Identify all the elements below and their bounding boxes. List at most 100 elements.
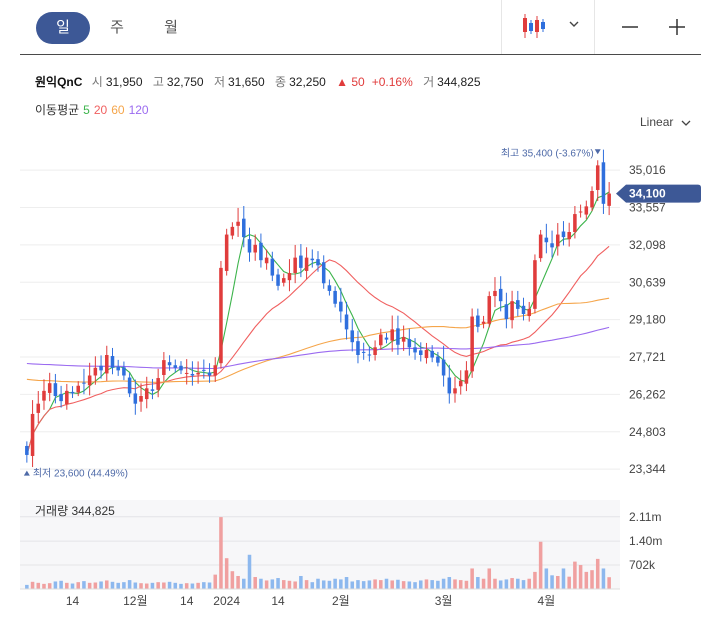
candle-body xyxy=(333,290,337,304)
candle-body xyxy=(167,362,172,366)
current-price-label: 34,100 xyxy=(629,187,666,201)
candle xyxy=(207,363,212,383)
volume-bar xyxy=(487,568,492,589)
y-tick-label: 24,803 xyxy=(629,425,666,439)
candle-body xyxy=(527,308,531,317)
candle-body xyxy=(430,350,434,358)
candle-body xyxy=(310,258,315,261)
volume-bar xyxy=(293,581,297,589)
volume-bar xyxy=(127,580,132,589)
candle-body xyxy=(99,365,103,371)
candle xyxy=(110,347,115,375)
candle-body xyxy=(224,234,229,271)
volume-bar xyxy=(25,584,29,589)
volume-bar xyxy=(202,582,206,589)
candle-body xyxy=(344,314,349,330)
candle-body xyxy=(133,393,138,404)
candle-body xyxy=(264,257,269,264)
candle xyxy=(42,379,46,410)
candle-body xyxy=(498,288,503,302)
volume-bar xyxy=(93,582,98,589)
volume-bar xyxy=(82,581,86,589)
volume-bar xyxy=(344,577,349,589)
candle xyxy=(321,255,326,289)
volume-bar xyxy=(350,581,355,589)
volume-bar xyxy=(53,581,58,589)
volume-tick-label: 702k xyxy=(629,558,656,572)
volume-bar xyxy=(470,568,474,589)
volume-bar xyxy=(247,554,252,589)
x-tick-label: 14 xyxy=(271,594,285,608)
candle-body xyxy=(253,244,257,253)
candle-body xyxy=(367,354,372,356)
candle-body xyxy=(281,278,286,283)
candle-body xyxy=(236,221,240,226)
candle-body xyxy=(424,349,429,359)
volume-bar xyxy=(150,582,155,589)
x-tick-label: 2024 xyxy=(213,594,240,608)
candle-body xyxy=(476,315,480,327)
candle xyxy=(516,290,520,317)
volume-bar xyxy=(144,583,149,589)
volume-bar xyxy=(36,582,41,589)
x-tick-label: 4월 xyxy=(537,594,555,608)
candle xyxy=(213,357,218,382)
volume-bar xyxy=(590,570,594,589)
candle-body xyxy=(413,347,417,353)
candle-body xyxy=(550,243,554,248)
volume-panel-title: 거래량 344,825 xyxy=(35,504,115,518)
candle-body xyxy=(179,365,183,371)
volume-bar xyxy=(87,582,92,589)
candle-body xyxy=(93,367,98,376)
volume-bar xyxy=(156,582,160,589)
candle-body xyxy=(401,337,406,342)
candle-body xyxy=(418,350,423,355)
volume-bar xyxy=(270,579,275,589)
volume-bar xyxy=(173,582,178,589)
candle xyxy=(567,222,571,247)
candle xyxy=(230,222,235,240)
volume-bar xyxy=(401,581,406,589)
candle xyxy=(173,359,178,373)
volume-bar xyxy=(476,577,480,589)
candle xyxy=(584,200,589,220)
candle-body xyxy=(287,273,292,281)
candle xyxy=(476,308,480,333)
volume-bar xyxy=(327,580,332,589)
candle xyxy=(184,359,189,385)
volume-tick-label: 2.11m xyxy=(629,510,661,524)
volume-bar xyxy=(242,578,246,589)
volume-bar xyxy=(356,580,360,589)
volume-bar xyxy=(595,558,600,589)
candle xyxy=(481,315,486,329)
volume-bar xyxy=(162,582,166,589)
candle-body xyxy=(470,316,474,372)
volume-bar xyxy=(213,574,218,589)
candle xyxy=(116,359,120,376)
volume-bar xyxy=(276,578,280,589)
volume-bar xyxy=(310,582,315,589)
candle xyxy=(544,223,549,254)
price-chart[interactable]: 35,016 33,557 32,098 30,639 29,180 27,721 26,2… xyxy=(0,0,715,624)
candle xyxy=(310,249,315,268)
volume-bar xyxy=(316,578,320,589)
candle xyxy=(276,268,280,291)
volume-bar xyxy=(367,580,372,589)
candle xyxy=(127,372,132,398)
candle xyxy=(133,379,138,415)
candle xyxy=(561,221,566,246)
volume-bar xyxy=(407,581,412,589)
volume-bar xyxy=(458,580,463,589)
x-tick-label: 14 xyxy=(66,594,80,608)
candle-body xyxy=(390,329,394,341)
candle-body xyxy=(190,373,195,376)
volume-bar xyxy=(464,580,469,589)
candle xyxy=(595,160,600,202)
candle-body xyxy=(53,383,58,396)
candle-body xyxy=(521,305,526,314)
candle-body xyxy=(299,255,303,268)
candle-body xyxy=(487,296,492,324)
volume-bar xyxy=(607,577,611,589)
candle-body xyxy=(384,337,389,340)
candle xyxy=(316,251,320,272)
